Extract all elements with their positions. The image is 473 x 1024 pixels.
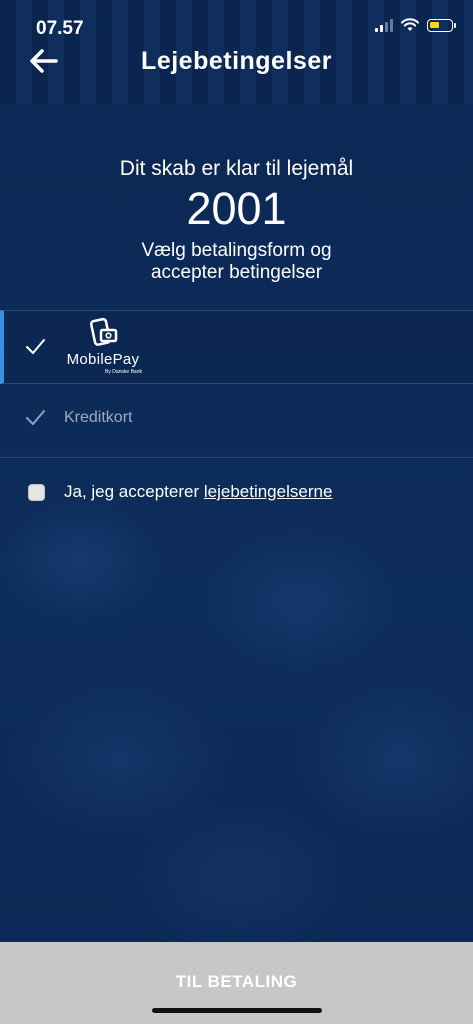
check-icon <box>26 410 45 425</box>
mobilepay-tagline: By Danske Bank <box>105 369 142 375</box>
cellular-signal-icon <box>375 18 393 32</box>
mobilepay-phone-icon <box>89 317 118 346</box>
intro-instructions-line1: Vælg betalingsform og <box>141 240 332 261</box>
battery-icon <box>427 18 456 32</box>
status-icons <box>375 18 456 32</box>
header-bar: 07.57 Lejebetingelser <box>0 0 473 104</box>
locker-number: 2001 <box>186 183 287 234</box>
accept-terms-text: Ja, jeg accepterer lejebetingelserne <box>64 482 332 502</box>
accept-terms-checkbox[interactable] <box>28 483 45 501</box>
payment-option-creditcard[interactable]: Kreditkort <box>0 384 473 458</box>
home-indicator[interactable] <box>152 1008 322 1013</box>
check-icon <box>26 339 45 354</box>
intro-instructions: Vælg betalingsform og accepter betingels… <box>0 240 473 284</box>
background-crowd-image <box>0 0 473 1024</box>
mobilepay-wordmark: MobilePay <box>66 351 140 368</box>
wifi-icon <box>401 18 419 31</box>
terms-link[interactable]: lejebetingelserne <box>204 482 333 501</box>
mobilepay-logo: MobilePay By Danske Bank <box>62 317 144 379</box>
intro-instructions-line2: accepter betingelser <box>150 262 323 283</box>
creditcard-label: Kreditkort <box>64 409 133 426</box>
intro-ready-text: Dit skab er klar til lejemål <box>119 157 354 180</box>
status-time: 07.57 <box>36 18 84 39</box>
payment-option-mobilepay[interactable]: MobilePay By Danske Bank <box>0 310 473 384</box>
page-title: Lejebetingelser <box>141 47 332 75</box>
accept-terms-row: Ja, jeg accepterer lejebetingelserne <box>28 482 332 502</box>
accept-terms-prefix: Ja, jeg accepterer <box>64 482 204 501</box>
